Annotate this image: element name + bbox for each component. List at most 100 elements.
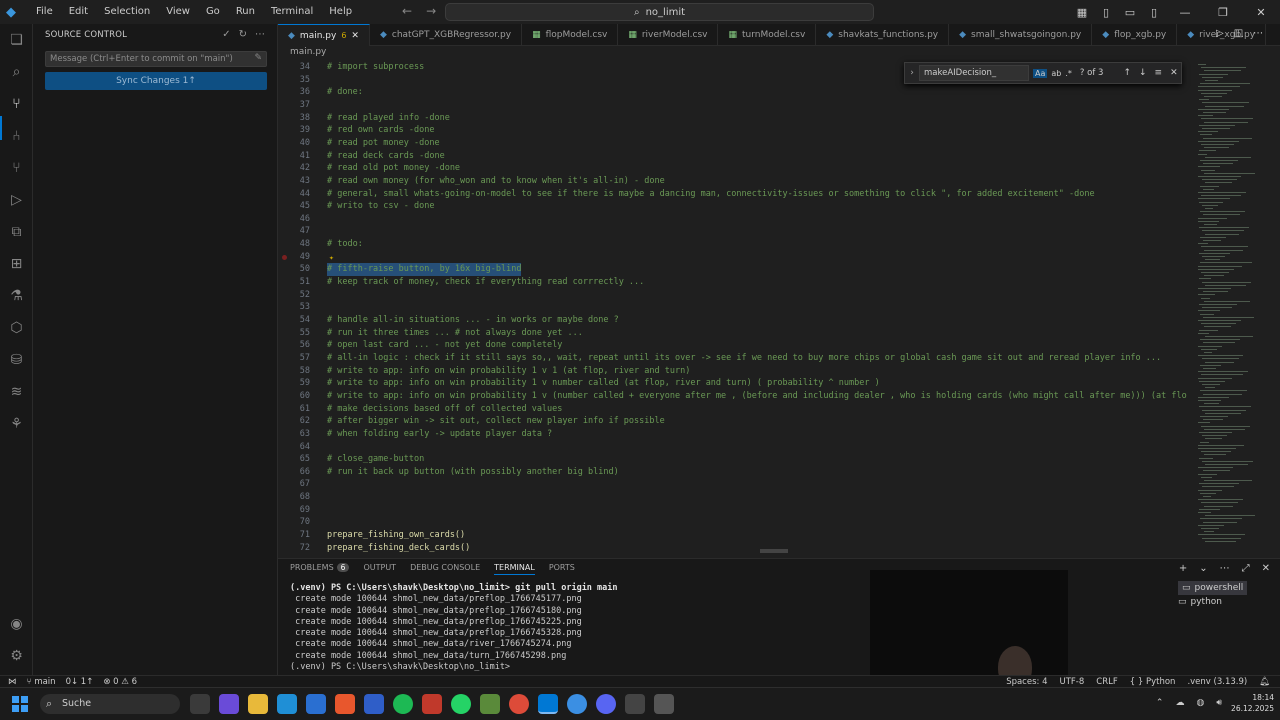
tab-small-shwatsgoingon-py[interactable]: ◆ small_shwatsgoingon.py: [949, 24, 1093, 46]
pencil-icon[interactable]: ✎: [254, 53, 262, 64]
restore-icon[interactable]: ❐: [1208, 6, 1238, 19]
run-debug-icon[interactable]: ▷: [8, 192, 25, 209]
game-icon[interactable]: [480, 694, 500, 714]
menu-item-help[interactable]: Help: [321, 0, 360, 24]
tab-output[interactable]: OUTPUT: [363, 563, 396, 575]
code-line[interactable]: 39 # red own cards -done: [278, 124, 1190, 137]
volume-icon[interactable]: 🔊︎: [1216, 698, 1222, 708]
lightbulb-icon[interactable]: ✦: [329, 251, 334, 264]
code-line[interactable]: 69: [278, 504, 1190, 517]
code-line[interactable]: 52: [278, 289, 1190, 302]
find-input[interactable]: makeAIDecision_: [919, 65, 1029, 81]
horizontal-scrollbar[interactable]: [760, 549, 788, 553]
tab-debug-console[interactable]: DEBUG CONSOLE: [410, 563, 480, 575]
code-line[interactable]: 40 # read pot money -done: [278, 137, 1190, 150]
tab-turnmodel-csv[interactable]: ▦ turnModel.csv: [718, 24, 817, 46]
code-line[interactable]: 55 # run it three times ... # not always …: [278, 327, 1190, 340]
code-line[interactable]: 51 # keep track of money, check if everyt…: [278, 276, 1190, 289]
toggle-sidebar-icon[interactable]: ▯: [1098, 6, 1114, 19]
explorer-icon[interactable]: ❏: [8, 32, 25, 49]
sync-changes-button[interactable]: Sync Changes 1↑: [45, 72, 267, 90]
network-icon[interactable]: ◍: [1196, 698, 1204, 708]
testing-icon[interactable]: ⚗: [8, 288, 25, 305]
git-graph-icon[interactable]: ⑃: [8, 128, 25, 145]
back-arrow-icon[interactable]: ←: [402, 4, 412, 18]
tab-terminal[interactable]: TERMINAL: [494, 563, 535, 575]
tab-flop-xgb-py[interactable]: ◆ flop_xgb.py: [1092, 24, 1178, 46]
code-line[interactable]: 44 # general, small whats-going-on-model …: [278, 188, 1190, 201]
expand-replace-icon[interactable]: ›: [905, 68, 919, 78]
close-find-icon[interactable]: ✕: [1170, 68, 1178, 78]
forward-arrow-icon[interactable]: →: [426, 4, 436, 18]
cloud-icon[interactable]: ☁: [1175, 698, 1184, 708]
split-editor-icon[interactable]: ◫: [1234, 28, 1243, 39]
layout-icon[interactable]: ▦: [1074, 6, 1090, 19]
previous-match-icon[interactable]: ↑: [1123, 68, 1131, 78]
new-terminal-icon[interactable]: +: [1179, 563, 1187, 574]
regex-toggle[interactable]: .*: [1065, 69, 1072, 78]
code-line[interactable]: 38 # read played info -done: [278, 112, 1190, 125]
code-line[interactable]: 62 # after bigger win -> sit out, collect…: [278, 415, 1190, 428]
task-view-icon[interactable]: [190, 694, 210, 714]
menu-item-go[interactable]: Go: [198, 0, 228, 24]
firefox-icon[interactable]: [335, 694, 355, 714]
menu-item-run[interactable]: Run: [228, 0, 263, 24]
tab-shavkats-functions-py[interactable]: ◆ shavkats_functions.py: [816, 24, 950, 46]
menu-item-view[interactable]: View: [158, 0, 198, 24]
account-icon[interactable]: ◉: [8, 616, 25, 633]
tab-rivermodel-csv[interactable]: ▦ riverModel.csv: [618, 24, 719, 46]
run-file-icon[interactable]: ▷: [1216, 28, 1224, 39]
code-line[interactable]: 68: [278, 491, 1190, 504]
toggle-panel-icon[interactable]: ▭: [1122, 6, 1138, 19]
tray-chevron-icon[interactable]: ⌃: [1156, 698, 1164, 708]
code-editor[interactable]: 34 # import subprocess 35 36 # done: 37 38 # re…: [278, 58, 1190, 556]
code-line[interactable]: 47: [278, 225, 1190, 238]
close-tab-icon[interactable]: ✕: [351, 31, 359, 41]
settings-gear-icon[interactable]: ⚙: [8, 648, 25, 665]
chrome-icon[interactable]: [509, 694, 529, 714]
code-line[interactable]: 60 # write to app: info on win probabilit…: [278, 390, 1190, 403]
terminal-item-powershell[interactable]: ▭ powershell: [1178, 581, 1248, 595]
app-arrow-icon[interactable]: [364, 694, 384, 714]
code-line[interactable]: 50 # fifth-raise button, by 16x big-blind: [278, 263, 1190, 277]
start-button-icon[interactable]: [12, 696, 28, 712]
search-view-icon[interactable]: ⌕: [8, 64, 25, 81]
code-line[interactable]: 53: [278, 301, 1190, 314]
refresh-icon[interactable]: ↻: [239, 29, 247, 40]
steam-icon[interactable]: [625, 694, 645, 714]
maximize-panel-icon[interactable]: ⤢: [1242, 563, 1250, 574]
app-blue-icon[interactable]: [567, 694, 587, 714]
copilot-icon[interactable]: [219, 694, 239, 714]
commit-message-input[interactable]: Message (Ctrl+Enter to commit on "main")…: [45, 51, 267, 67]
code-line[interactable]: 59 # write to app: info on win probabilit…: [278, 377, 1190, 390]
code-line[interactable]: 70: [278, 516, 1190, 529]
minimize-icon[interactable]: —: [1170, 6, 1200, 19]
next-match-icon[interactable]: ↓: [1139, 68, 1147, 78]
extensions-icon[interactable]: ⊞: [8, 256, 25, 273]
database-icon[interactable]: ⛁: [8, 352, 25, 369]
code-line[interactable]: 48 # todo:: [278, 238, 1190, 251]
terminal-dropdown-icon[interactable]: ⌄: [1199, 563, 1207, 574]
more-icon[interactable]: ⋯: [1253, 28, 1263, 39]
app-icon[interactable]: [422, 694, 442, 714]
terminal-item-python[interactable]: ▭ python: [1178, 595, 1247, 609]
code-line[interactable]: 56 # open last card ... - not yet done co…: [278, 339, 1190, 352]
layers-icon[interactable]: ≋: [8, 384, 25, 401]
code-line[interactable]: 36 # done:: [278, 86, 1190, 99]
code-line[interactable]: 63 # when folding early -> update player …: [278, 428, 1190, 441]
code-line[interactable]: 54 # handle all-in situations ... - in wo…: [278, 314, 1190, 327]
code-line[interactable]: 58 # write to app: info on win probabilit…: [278, 365, 1190, 378]
toggle-secondary-icon[interactable]: ▯: [1146, 6, 1162, 19]
more-actions-icon[interactable]: ⋯: [255, 29, 265, 40]
code-line[interactable]: 65 # close_game-button: [278, 453, 1190, 466]
branches-icon[interactable]: ⑂: [8, 160, 25, 177]
tab-chatgpt-xgbregressor-py[interactable]: ◆ chatGPT_XGBRegressor.py: [370, 24, 523, 46]
tab-ports[interactable]: PORTS: [549, 563, 575, 575]
menu-item-file[interactable]: File: [28, 0, 61, 24]
file-explorer-icon[interactable]: [248, 694, 268, 714]
code-line[interactable]: 57 # all-in logic : check if it still say…: [278, 352, 1190, 365]
match-case-toggle[interactable]: Aa: [1033, 68, 1048, 78]
command-center-search[interactable]: ⌕ no_limit: [445, 3, 874, 21]
remote-explorer-icon[interactable]: ⧉: [8, 224, 25, 241]
breadcrumb[interactable]: main.py: [290, 47, 326, 57]
